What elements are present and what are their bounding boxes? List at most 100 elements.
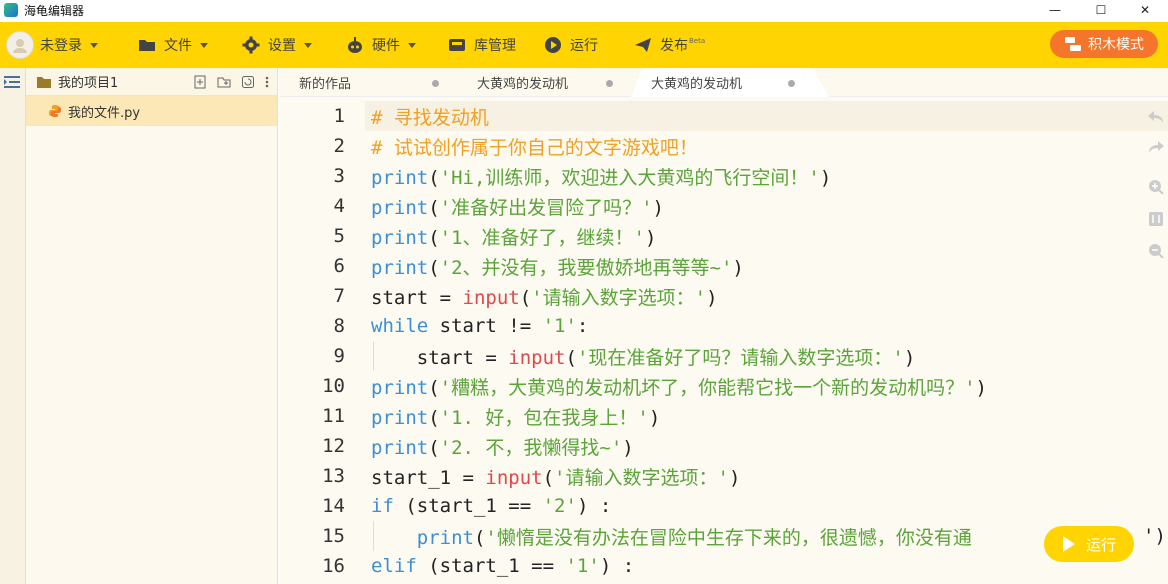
code-token: '2' [542,495,577,517]
code-token: ) : [599,555,635,577]
block-mode-button[interactable]: 积木模式 [1050,30,1158,58]
line-number: 4 [333,195,345,217]
code-line[interactable]: 14 if (start_1 == '2') : [279,491,1168,521]
line-number: 9 [333,345,345,367]
line-number: 7 [333,285,345,307]
code-text: start = input('请输入数字选项：') [371,283,718,310]
project-sidebar: 我的项目1 我的文件.py [26,68,278,584]
maximize-button[interactable]: ☐ [1078,0,1124,20]
code-token: ( [428,196,440,219]
code-text: print('懒惰是没有办法在冒险中生存下来的，很遗憾，你没有通 [371,523,972,550]
library-button[interactable]: 库管理 [448,22,516,68]
code-token: # 寻找发动机 [371,106,489,129]
publish-button[interactable]: 发布 Beta [634,22,705,68]
unsaved-dot-icon[interactable] [788,80,795,87]
hardware-menu[interactable]: 硬件 [346,22,416,68]
chevron-down-icon [408,42,416,48]
refresh-icon[interactable] [241,75,255,89]
code-line[interactable]: 11 print('1. 好，包在我身上！') [279,401,1168,431]
toggle-sidebar-icon[interactable] [3,74,21,90]
code-token: start != [428,315,543,337]
code-line[interactable]: 5 print('1、准备好了，继续！') [279,221,1168,251]
code-token: 'Hi,训练师，欢迎进入大黄鸡的飞行空间！' [439,166,820,189]
code-token: print [371,376,429,399]
zoom-in-icon[interactable] [1146,177,1166,197]
tab-engine-2[interactable]: 大黄鸡的发动机 [631,68,815,97]
code-line[interactable]: 1 # 寻找发动机 [279,101,1168,131]
code-token: ( [428,226,440,249]
code-line[interactable]: 13 start_1 = input('请输入数字选项：') [279,461,1168,491]
block-mode-label: 积木模式 [1088,37,1144,53]
settings-menu[interactable]: 设置 [242,22,312,68]
file-menu[interactable]: 文件 [138,22,208,68]
undo-icon[interactable] [1146,107,1166,127]
code-text: print('2、并没有，我要傲娇地再等等~') [371,253,744,280]
unsaved-dot-icon[interactable] [432,80,439,87]
code-line[interactable]: 3 print('Hi,训练师，欢迎进入大黄鸡的飞行空间！') [279,161,1168,191]
code-token: ( [428,436,440,459]
code-token: print [371,226,429,249]
code-token: while [371,315,429,337]
line-number: 13 [322,465,345,487]
library-icon [449,39,465,51]
code-token: '现在准备好了吗？请输入数字选项：' [576,346,904,369]
run-button-label: 运行 [1085,535,1116,554]
more-options-icon[interactable] [265,75,269,89]
code-text: print('1、准备好了，继续！') [371,223,656,250]
minimize-button[interactable]: — [1032,0,1078,20]
code-token: (start_1 == [393,495,543,517]
redo-icon[interactable] [1146,137,1166,157]
code-line[interactable]: 4 print('准备好出发冒险了吗？') [279,191,1168,221]
code-token: ) [975,376,987,399]
code-line[interactable]: 12 print('2. 不，我懒得找~') [279,431,1168,461]
project-folder-icon [37,76,51,88]
file-tree-item[interactable]: 我的文件.py [26,96,277,126]
zoom-out-icon[interactable] [1146,241,1166,261]
tab-engine-1[interactable]: 大黄鸡的发动机 [457,68,633,97]
project-title: 我的项目1 [58,76,119,91]
run-menu-label: 运行 [570,38,598,54]
code-token: start_1 = [371,466,486,489]
code-token: ) [644,226,657,249]
code-token: '懒惰是没有办法在冒险中生存下来的，很遗憾，你没有通 [485,526,972,549]
code-token: ) [819,166,832,189]
user-menu[interactable]: 未登录 [40,22,98,68]
code-line[interactable]: 9 start = input('现在准备好了吗？请输入数字选项：') [279,341,1168,371]
code-line[interactable]: 6 print('2、并没有，我要傲娇地再等等~') [279,251,1168,281]
line-number: 12 [322,435,345,457]
new-file-icon[interactable] [193,75,207,89]
code-token: ) [732,256,744,279]
user-avatar-icon [13,39,27,53]
unsaved-dot-icon[interactable] [606,80,613,87]
new-folder-icon[interactable] [217,75,231,89]
run-menu-button[interactable]: 运行 [544,22,598,68]
run-button[interactable]: 运行 [1044,526,1134,562]
file-name: 我的文件.py [68,105,141,121]
code-line[interactable]: 10 print('糟糕，大黄鸡的发动机坏了，你能帮它找一个新的发动机吗？') [279,371,1168,401]
code-line[interactable]: 2 # 试试创作属于你自己的文字游戏吧！ [279,131,1168,161]
reset-zoom-icon[interactable] [1146,209,1166,229]
code-token: # 试试创作属于你自己的文字游戏吧！ [371,136,698,159]
avatar[interactable] [6,31,34,59]
editor-tabs: 新的作品 大黄鸡的发动机 大黄鸡的发动机 [279,68,1168,97]
gear-icon [242,36,260,54]
line-number: 15 [322,525,345,547]
code-line[interactable]: 8 while start != '1': [279,311,1168,341]
code-text: # 寻找发动机 [371,103,489,130]
app-logo-icon [4,3,18,17]
code-text: print('Hi,训练师，欢迎进入大黄鸡的飞行空间！') [371,163,831,190]
code-token: ) [728,466,741,489]
code-text: # 试试创作属于你自己的文字游戏吧！ [371,133,698,160]
code-token: ) [648,406,661,429]
code-editor[interactable]: 1 # 寻找发动机 2 # 试试创作属于你自己的文字游戏吧！ 3 print('Hi,训练… [279,97,1168,584]
code-line[interactable]: 7 start = input('请输入数字选项：') [279,281,1168,311]
code-line[interactable]: 15 print('懒惰是没有办法在冒险中生存下来的，很遗憾，你没有通 [279,521,1168,551]
code-token: '2. 不，我懒得找~' [439,436,623,459]
code-line[interactable]: 16 elif (start_1 == '1') : [279,551,1168,581]
code-token: input [462,286,520,309]
line-number: 5 [333,225,345,247]
close-button[interactable]: ✕ [1122,0,1168,20]
title-bar: 海龟编辑器 — ☐ ✕ [0,0,1168,20]
tab-new-work[interactable]: 新的作品 [279,68,459,97]
